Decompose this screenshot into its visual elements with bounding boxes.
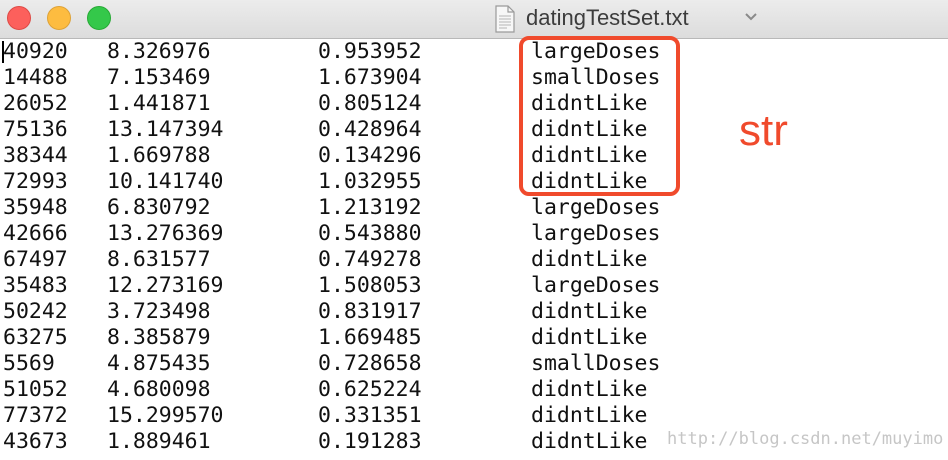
value-col1: 35483 — [3, 273, 68, 298]
text-line: 26052 1.441871 0.805124 didntLike — [0, 91, 948, 117]
label-col4: didntLike — [531, 247, 648, 272]
value-col2: 1.889461 — [107, 429, 211, 454]
value-col2: 12.273169 — [107, 273, 224, 298]
close-button[interactable] — [7, 6, 31, 30]
value-col1: 75136 — [3, 117, 68, 142]
value-col2: 3.723498 — [107, 299, 211, 324]
annotation-label: str — [739, 106, 788, 155]
value-col1: 77372 — [3, 403, 68, 428]
value-col3: 0.831917 — [318, 299, 422, 324]
text-line: 72993 10.141740 1.032955 didntLike — [0, 169, 948, 195]
value-col1: 40920 — [3, 39, 68, 64]
text-line: 63275 8.385879 1.669485 didntLike — [0, 325, 948, 351]
value-col1: 5569 — [3, 351, 55, 376]
document-icon — [495, 5, 515, 33]
value-col3: 0.191283 — [318, 429, 422, 454]
text-line: 38344 1.669788 0.134296 didntLike — [0, 143, 948, 169]
value-col1: 51052 — [3, 377, 68, 402]
value-col2: 6.830792 — [107, 195, 211, 220]
value-col1: 26052 — [3, 91, 68, 116]
value-col2: 4.875435 — [107, 351, 211, 376]
label-col4: didntLike — [531, 377, 648, 402]
zoom-button[interactable] — [87, 6, 111, 30]
value-col2: 4.680098 — [107, 377, 211, 402]
value-col3: 0.728658 — [318, 351, 422, 376]
text-line: 67497 8.631577 0.749278 didntLike — [0, 247, 948, 273]
value-col3: 0.428964 — [318, 117, 422, 142]
label-col4: largeDoses — [531, 273, 661, 298]
label-col4: didntLike — [531, 429, 648, 454]
value-col3: 0.134296 — [318, 143, 422, 168]
label-col4: largeDoses — [531, 195, 661, 220]
label-col4: largeDoses — [531, 221, 661, 246]
value-col1: 43673 — [3, 429, 68, 454]
value-col2: 13.147394 — [107, 117, 224, 142]
value-col1: 67497 — [3, 247, 68, 272]
value-col3: 0.749278 — [318, 247, 422, 272]
text-line: 5569 4.875435 0.728658 smallDoses — [0, 351, 948, 377]
value-col2: 7.153469 — [107, 65, 211, 90]
label-col4: didntLike — [531, 299, 648, 324]
value-col2: 13.276369 — [107, 221, 224, 246]
label-col4: didntLike — [531, 325, 648, 350]
value-col1: 72993 — [3, 169, 68, 194]
text-line: 40920 8.326976 0.953952 largeDoses — [0, 39, 948, 65]
value-col3: 0.953952 — [318, 39, 422, 64]
text-line: 35483 12.273169 1.508053 largeDoses — [0, 273, 948, 299]
minimize-button[interactable] — [47, 6, 71, 30]
chevron-down-icon[interactable] — [744, 12, 758, 22]
value-col2: 1.441871 — [107, 91, 211, 116]
value-col1: 63275 — [3, 325, 68, 350]
text-editor[interactable]: 40920 8.326976 0.953952 largeDoses 14488 7.15… — [0, 39, 948, 460]
value-col1: 42666 — [3, 221, 68, 246]
value-col3: 0.331351 — [318, 403, 422, 428]
label-col4: didntLike — [531, 403, 648, 428]
value-col2: 1.669788 — [107, 143, 211, 168]
value-col2: 8.631577 — [107, 247, 211, 272]
value-col2: 8.385879 — [107, 325, 211, 350]
value-col3: 1.669485 — [318, 325, 422, 350]
value-col3: 0.805124 — [318, 91, 422, 116]
text-line: 35948 6.830792 1.213192 largeDoses — [0, 195, 948, 221]
text-line: 14488 7.153469 1.673904 smallDoses — [0, 65, 948, 91]
value-col3: 1.673904 — [318, 65, 422, 90]
value-col1: 50242 — [3, 299, 68, 324]
text-line: 77372 15.299570 0.331351 didntLike — [0, 403, 948, 429]
window-titlebar: datingTestSet.txt — [0, 0, 948, 39]
value-col1: 35948 — [3, 195, 68, 220]
text-line: 50242 3.723498 0.831917 didntLike — [0, 299, 948, 325]
text-line: 75136 13.147394 0.428964 didntLike — [0, 117, 948, 143]
value-col2: 15.299570 — [107, 403, 224, 428]
value-col1: 14488 — [3, 65, 68, 90]
value-col2: 10.141740 — [107, 169, 224, 194]
value-col3: 1.213192 — [318, 195, 422, 220]
value-col1: 38344 — [3, 143, 68, 168]
text-caret — [2, 41, 4, 63]
value-col3: 0.625224 — [318, 377, 422, 402]
value-col2: 8.326976 — [107, 39, 211, 64]
value-col3: 1.508053 — [318, 273, 422, 298]
watermark: http://blog.csdn.net/muyimo — [667, 429, 944, 449]
window-title: datingTestSet.txt — [526, 5, 689, 30]
highlight-box — [519, 36, 680, 196]
value-col3: 1.032955 — [318, 169, 422, 194]
text-line: 42666 13.276369 0.543880 largeDoses — [0, 221, 948, 247]
label-col4: smallDoses — [531, 351, 661, 376]
value-col3: 0.543880 — [318, 221, 422, 246]
text-line: 51052 4.680098 0.625224 didntLike — [0, 377, 948, 403]
